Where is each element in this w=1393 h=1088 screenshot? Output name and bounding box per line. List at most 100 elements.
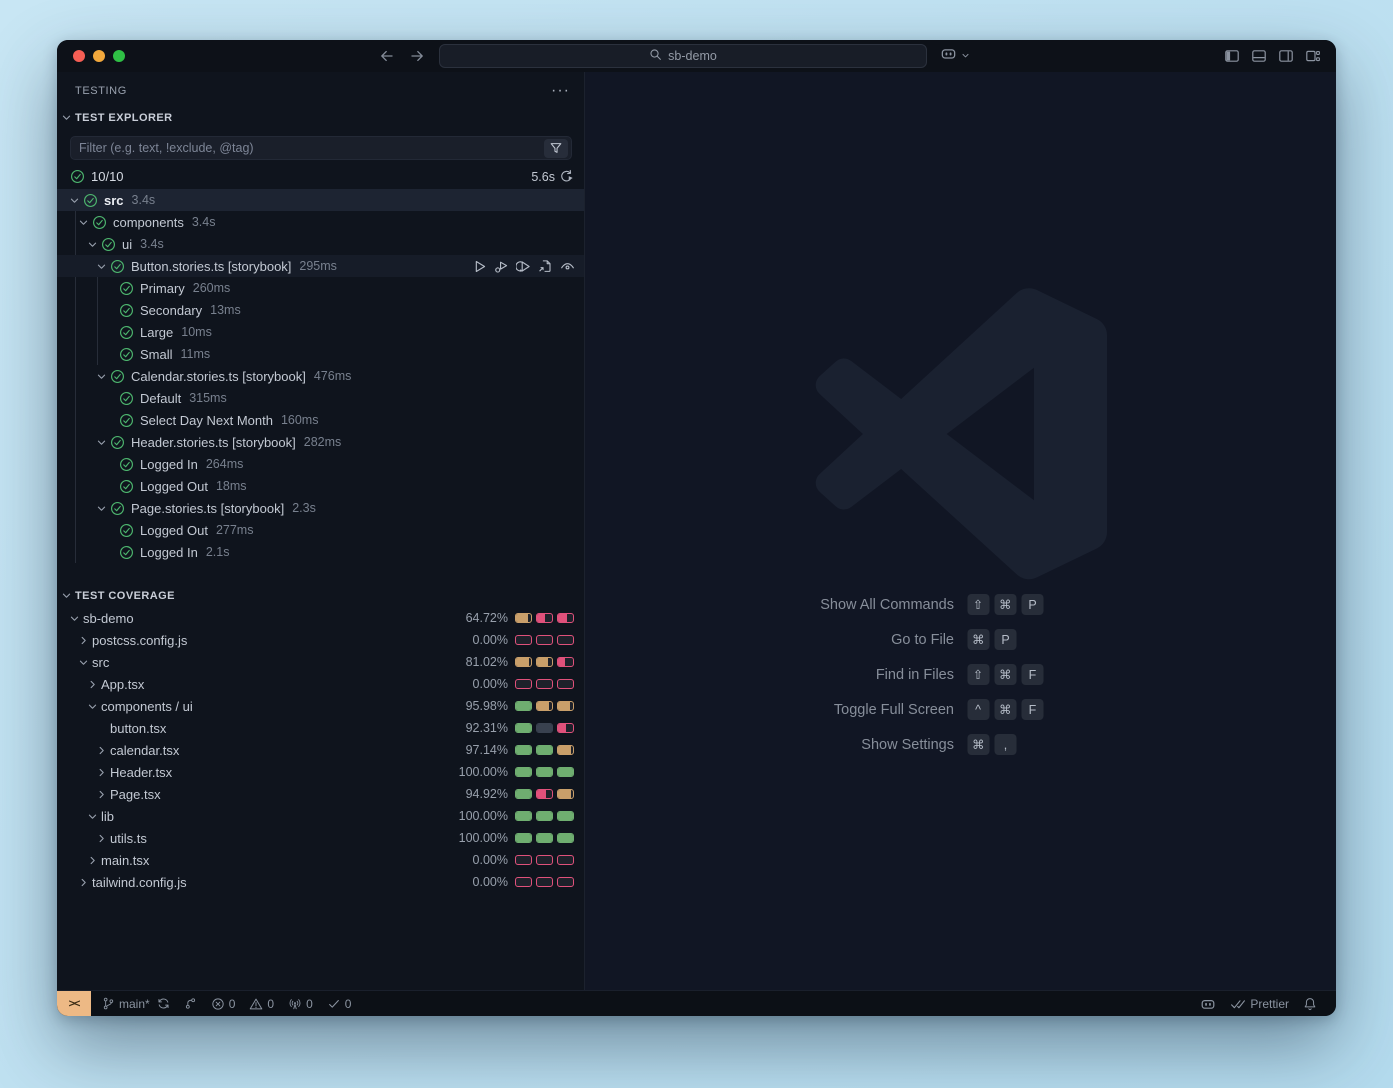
test-row[interactable]: Page.stories.ts [storybook]2.3s [57, 497, 584, 519]
test-row[interactable]: ui3.4s [57, 233, 584, 255]
toggle-secondary-sidebar-icon[interactable] [1278, 48, 1294, 64]
test-row[interactable]: Logged In264ms [57, 453, 584, 475]
shortcut-keys: ⌘, [967, 734, 1207, 755]
key-cap: ⌘ [994, 594, 1017, 615]
coverage-row[interactable]: tailwind.config.js0.00% [57, 871, 584, 893]
debug-icon[interactable] [494, 259, 509, 274]
customize-layout-icon[interactable] [1305, 48, 1321, 64]
chevron-icon[interactable] [69, 613, 83, 624]
coverage-row[interactable]: components / ui95.98% [57, 695, 584, 717]
shortcut-row: Go to File⌘P [714, 627, 1207, 652]
coverage-row[interactable]: App.tsx0.00% [57, 673, 584, 695]
copilot-menu[interactable] [940, 45, 970, 67]
run-icon[interactable] [472, 259, 487, 274]
test-coverage-section-header[interactable]: TEST COVERAGE [57, 584, 584, 607]
key-cap: F [1022, 664, 1044, 685]
toggle-primary-sidebar-icon[interactable] [1224, 48, 1240, 64]
test-row[interactable]: components3.4s [57, 211, 584, 233]
shortcut-label: Go to File [714, 632, 954, 648]
source-control-graph-item[interactable] [177, 991, 204, 1016]
coverage-row[interactable]: utils.ts100.00% [57, 827, 584, 849]
pass-icon [119, 303, 134, 318]
back-icon[interactable] [379, 48, 395, 64]
chevron-down-icon[interactable] [96, 437, 110, 448]
coverage-bar [536, 701, 553, 711]
chevron-icon[interactable] [96, 833, 110, 844]
coverage-row[interactable]: button.tsx92.31% [57, 717, 584, 739]
test-explorer-section-header[interactable]: TEST EXPLORER [57, 106, 584, 129]
notifications-item[interactable] [1296, 997, 1324, 1011]
test-row[interactable]: Small11ms [57, 343, 584, 365]
key-cap: ^ [967, 699, 989, 720]
chevron-icon[interactable] [87, 701, 101, 712]
test-row[interactable]: Logged In2.1s [57, 541, 584, 563]
command-center-search[interactable]: sb-demo [439, 44, 927, 68]
chevron-down-icon[interactable] [78, 217, 92, 228]
minimize-button[interactable] [93, 50, 105, 62]
coverage-row[interactable]: Header.tsx100.00% [57, 761, 584, 783]
copilot-status-item[interactable] [1193, 996, 1223, 1012]
test-row[interactable]: Logged Out18ms [57, 475, 584, 497]
test-row[interactable]: Secondary13ms [57, 299, 584, 321]
test-results-status-item[interactable]: 0 [320, 991, 359, 1016]
test-row[interactable]: src3.4s [57, 189, 584, 211]
forward-icon[interactable] [409, 48, 425, 64]
branch-status-item[interactable]: main* [95, 991, 177, 1016]
key-cap: P [1022, 594, 1044, 615]
shortcut-row: Show Settings⌘, [714, 732, 1207, 757]
chevron-icon[interactable] [78, 635, 92, 646]
chevron-icon[interactable] [96, 789, 110, 800]
chevron-icon[interactable] [87, 855, 101, 866]
test-row[interactable]: Logged Out277ms [57, 519, 584, 541]
coverage-row[interactable]: sb-demo64.72% [57, 607, 584, 629]
rerun-tests-icon[interactable] [559, 169, 574, 184]
coverage-row[interactable]: postcss.config.js0.00% [57, 629, 584, 651]
zoom-button[interactable] [113, 50, 125, 62]
chevron-icon[interactable] [78, 877, 92, 888]
chevron-down-icon[interactable] [96, 503, 110, 514]
test-row[interactable]: Large10ms [57, 321, 584, 343]
formatter-status-item[interactable]: Prettier [1223, 996, 1296, 1012]
test-row[interactable]: Primary260ms [57, 277, 584, 299]
chevron-down-icon[interactable] [87, 239, 101, 250]
coverage-bars [515, 613, 574, 623]
chevron-icon[interactable] [96, 745, 110, 756]
test-filter-input[interactable] [79, 141, 544, 155]
coverage-row[interactable]: main.tsx0.00% [57, 849, 584, 871]
chevron-icon[interactable] [87, 679, 101, 690]
test-label: Header.stories.ts [storybook] [131, 435, 296, 450]
git-graph-icon [184, 997, 197, 1010]
test-row[interactable]: Default315ms [57, 387, 584, 409]
chevron-down-icon[interactable] [96, 261, 110, 272]
chevron-icon[interactable] [96, 767, 110, 778]
coverage-row[interactable]: lib100.00% [57, 805, 584, 827]
ports-status-item[interactable]: 0 [281, 991, 320, 1016]
coverage-label: components / ui [101, 699, 193, 714]
test-row[interactable]: Header.stories.ts [storybook]282ms [57, 431, 584, 453]
toggle-panel-icon[interactable] [1251, 48, 1267, 64]
coverage-bar [536, 789, 553, 799]
coverage-row[interactable]: src81.02% [57, 651, 584, 673]
chevron-down-icon[interactable] [69, 195, 83, 206]
chevron-icon[interactable] [78, 657, 92, 668]
run-coverage-icon[interactable] [516, 259, 531, 274]
test-row[interactable]: Calendar.stories.ts [storybook]476ms [57, 365, 584, 387]
remote-indicator[interactable]: >< [57, 991, 91, 1017]
chevron-icon[interactable] [87, 811, 101, 822]
test-duration: 3.4s [132, 193, 156, 207]
more-actions-icon[interactable]: ··· [551, 86, 570, 96]
coverage-row[interactable]: Page.tsx94.92% [57, 783, 584, 805]
chevron-down-icon[interactable] [96, 371, 110, 382]
test-results-count: 0 [345, 997, 352, 1011]
problems-status-item[interactable]: 0 0 [204, 991, 281, 1016]
test-row[interactable]: Select Day Next Month160ms [57, 409, 584, 431]
coverage-row[interactable]: calendar.tsx97.14% [57, 739, 584, 761]
continuous-run-icon[interactable] [560, 259, 575, 274]
filter-icon[interactable] [544, 139, 568, 158]
close-button[interactable] [73, 50, 85, 62]
test-label: Primary [140, 281, 185, 296]
coverage-label: App.tsx [101, 677, 144, 692]
coverage-bars [515, 833, 574, 843]
test-row[interactable]: Button.stories.ts [storybook]295ms [57, 255, 584, 277]
go-to-test-icon[interactable] [538, 259, 553, 274]
